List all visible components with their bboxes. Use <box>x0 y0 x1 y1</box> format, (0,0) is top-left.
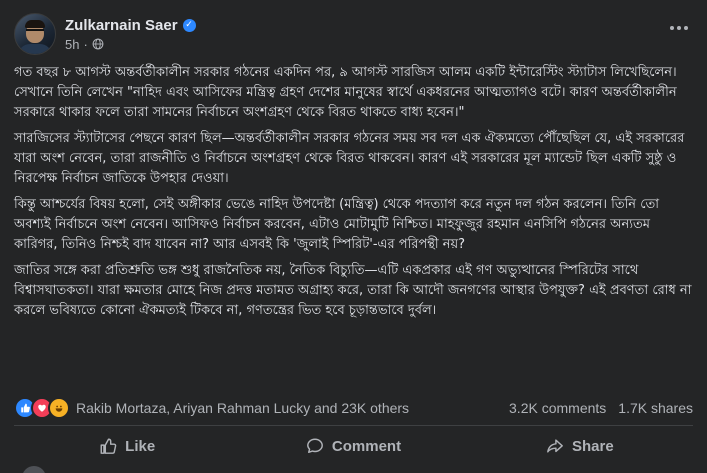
post-paragraph: গত বছর ৮ আগস্ট অন্তর্বর্তীকালীন সরকার গঠ… <box>14 65 677 120</box>
globe-icon[interactable] <box>92 38 104 50</box>
comment-button[interactable]: Comment <box>240 429 466 463</box>
post-actions: Like Comment Share <box>14 429 693 463</box>
verified-badge-icon: ✓ <box>182 18 196 32</box>
post-time-row: 5h · <box>65 37 196 52</box>
actions-divider <box>14 425 693 426</box>
post-header: Zulkarnain Saer ✓ 5h · <box>14 12 196 56</box>
comment-composer-avatar[interactable] <box>22 466 46 473</box>
reactions-bar: Rakib Mortaza, Ariyan Rahman Lucky and 2… <box>14 396 693 420</box>
time-separator: · <box>83 36 88 52</box>
author-avatar[interactable] <box>14 13 56 55</box>
reaction-icons[interactable] <box>14 397 70 419</box>
reactors-text[interactable]: Rakib Mortaza, Ariyan Rahman Lucky and 2… <box>76 400 409 416</box>
author-meta: Zulkarnain Saer ✓ 5h · <box>65 17 196 52</box>
facebook-post: Zulkarnain Saer ✓ 5h · গত বছর ৮ আগস্ট অন… <box>0 0 707 473</box>
share-arrow-icon <box>547 439 563 453</box>
post-paragraph: জাতির সঙ্গে করা প্রতিশ্রুতি ভঙ্গ শুধু রা… <box>14 263 692 318</box>
post-body: গত বছর ৮ আগস্ট অন্তর্বর্তীকালীন সরকার গঠ… <box>14 63 694 327</box>
shares-count[interactable]: 1.7K shares <box>618 400 693 416</box>
share-button[interactable]: Share <box>467 429 693 463</box>
comment-bubble-icon <box>306 438 323 454</box>
post-paragraph: সারজিসের স্ট্যাটাসের পেছনে কারণ ছিল—অন্ত… <box>14 131 685 186</box>
more-options-icon[interactable] <box>665 20 693 36</box>
author-name-row: Zulkarnain Saer ✓ <box>65 17 196 34</box>
comments-count[interactable]: 3.2K comments <box>509 400 606 416</box>
author-name[interactable]: Zulkarnain Saer <box>65 17 178 34</box>
reactors-summary[interactable]: Rakib Mortaza, Ariyan Rahman Lucky and 2… <box>14 397 409 419</box>
post-time[interactable]: 5h <box>65 37 79 52</box>
comment-label: Comment <box>331 437 402 455</box>
like-button[interactable]: Like <box>14 429 240 463</box>
haha-reaction-icon <box>48 397 70 419</box>
share-label: Share <box>571 437 614 455</box>
post-paragraph: কিন্তু আশ্চর্যের বিষয় হলো, সেই অঙ্গীকার… <box>14 197 659 252</box>
engagement-counts: 3.2K comments 1.7K shares <box>509 400 693 416</box>
thumbs-up-icon <box>100 438 117 454</box>
like-label: Like <box>125 437 156 455</box>
